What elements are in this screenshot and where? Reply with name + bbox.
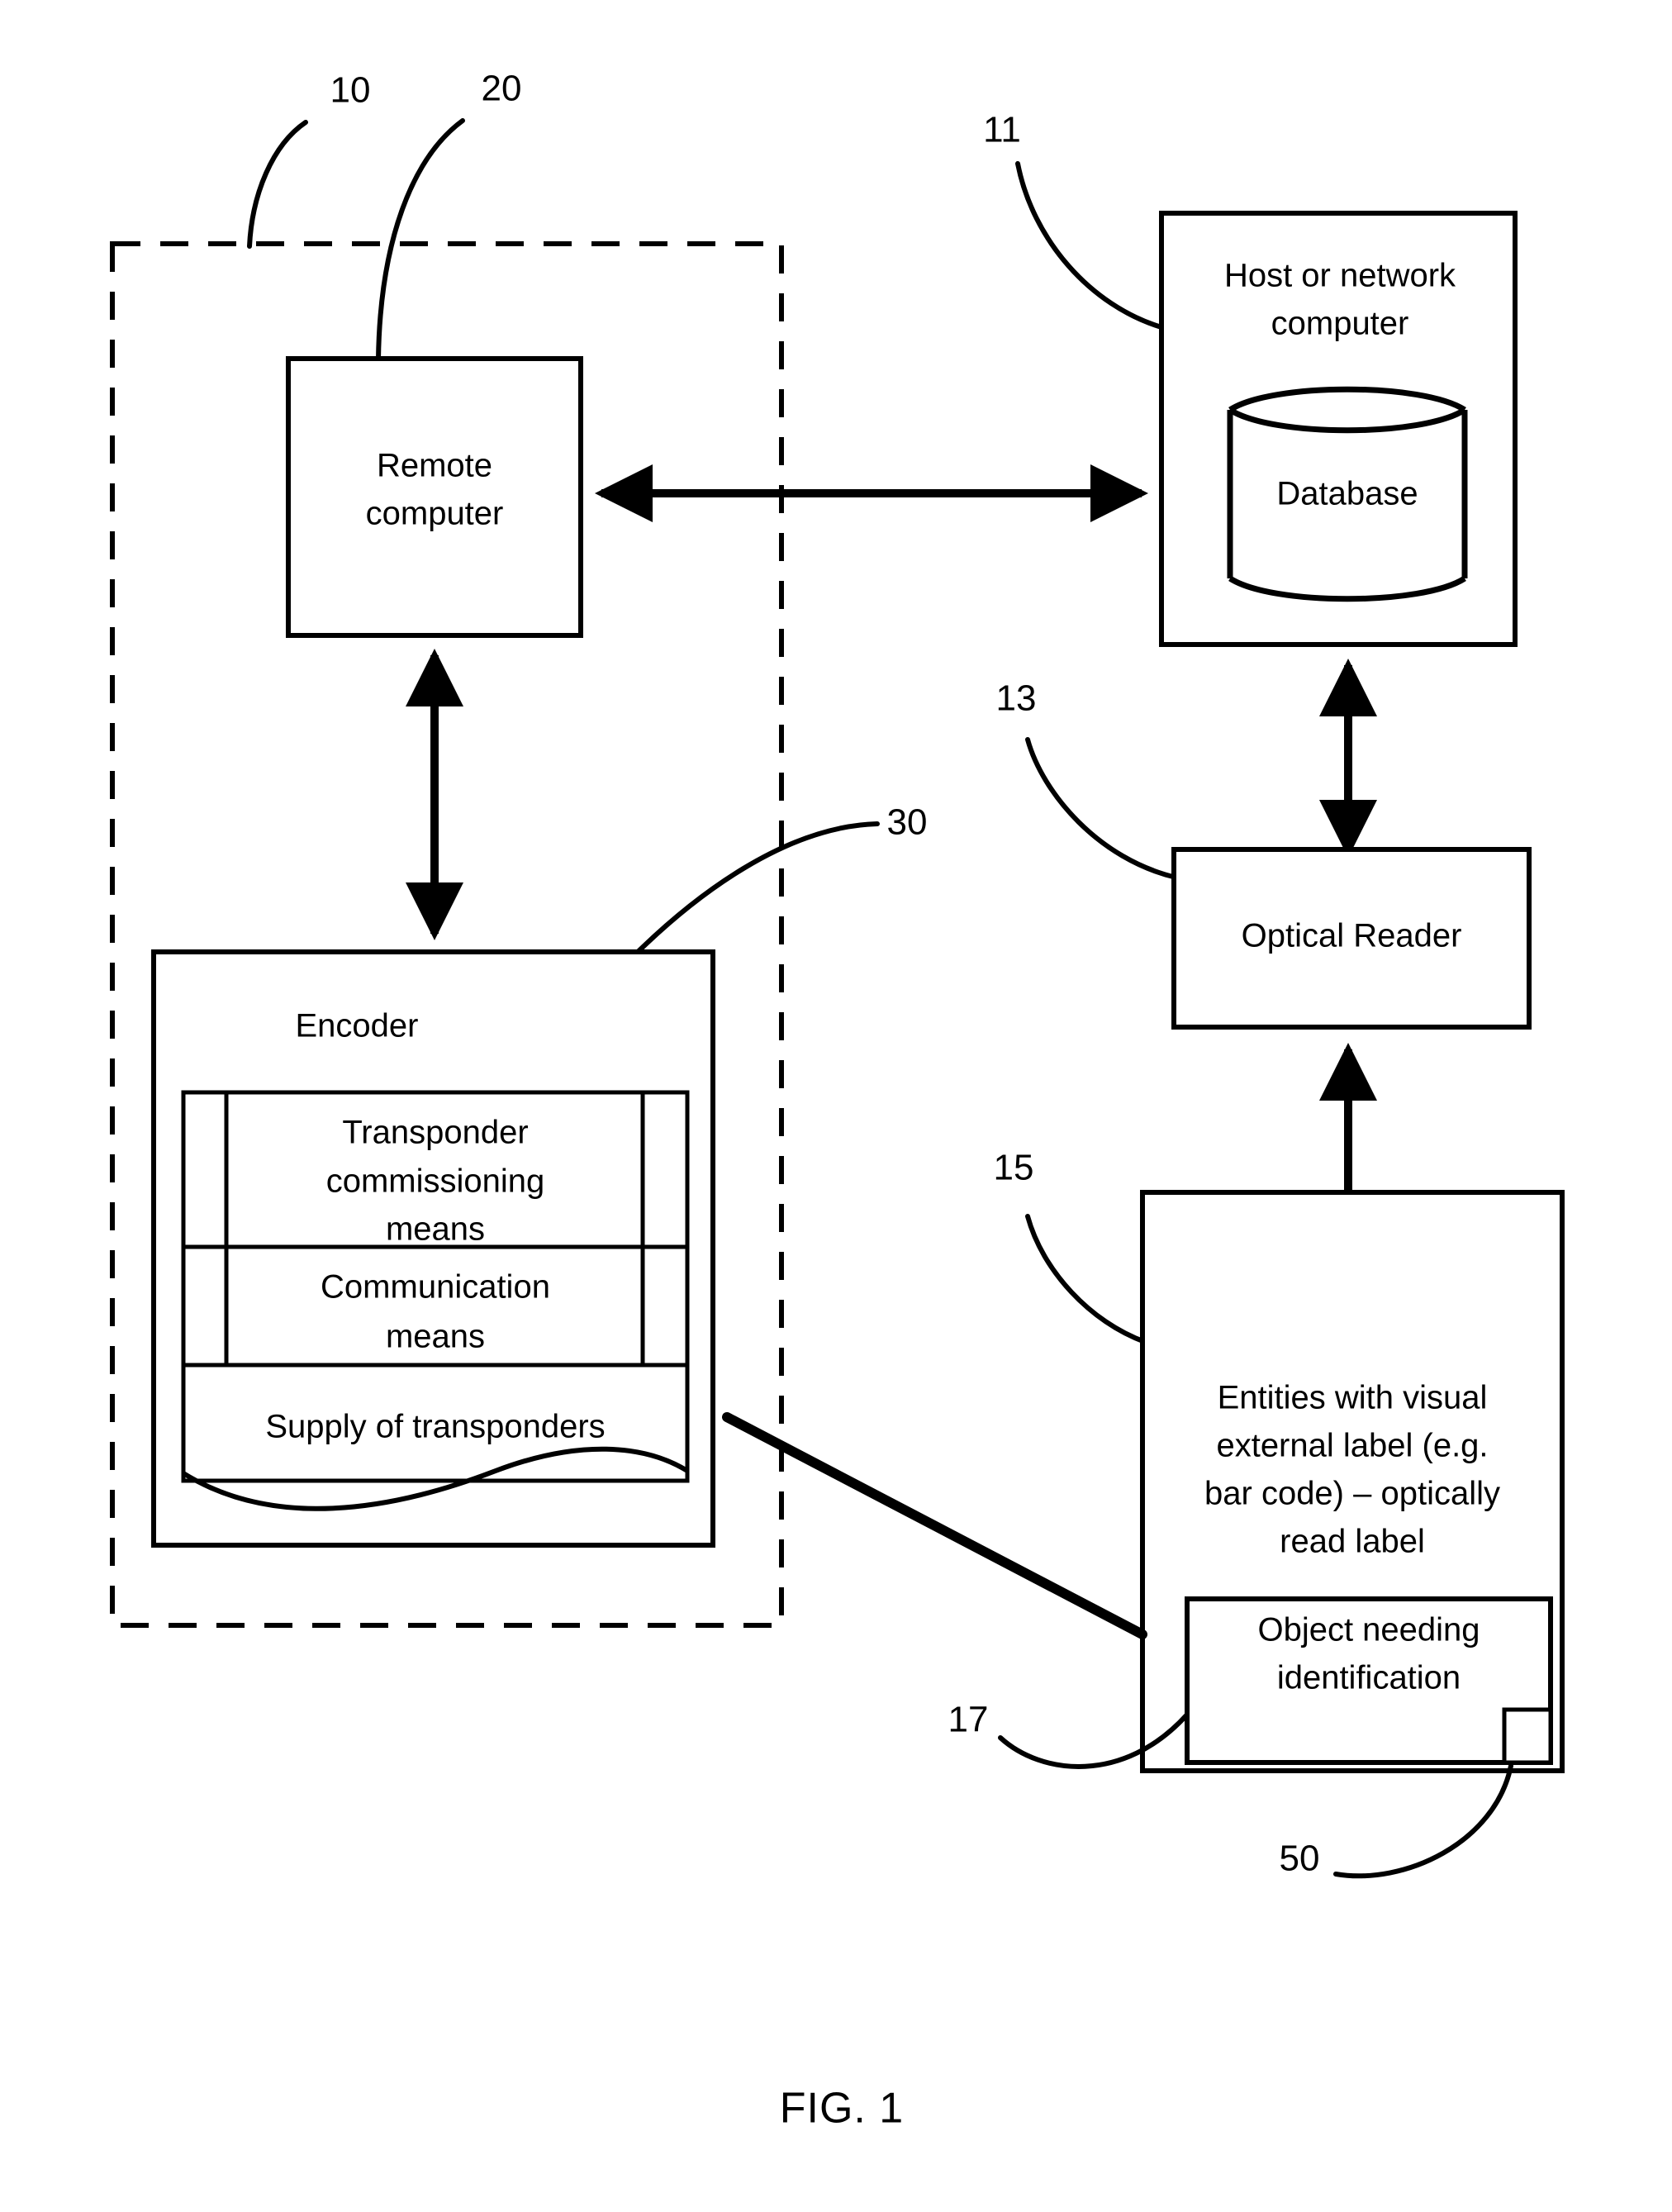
ref-numeral-13: 13 (996, 678, 1037, 719)
leader-line-20 (376, 118, 465, 362)
object-label-line1: Object needing (1257, 1612, 1480, 1648)
ref-numeral-17: 17 (948, 1700, 989, 1740)
figure-caption: FIG. 1 (780, 2085, 904, 2133)
encoder-compartment-3-label: Supply of transponders (265, 1409, 605, 1445)
optical-reader-label: Optical Reader (1242, 918, 1462, 954)
encoder-compartment-2-line2: means (386, 1319, 485, 1355)
figure-root: 10 20 Remote computer 11 Host or network… (0, 0, 1672, 2212)
leader-line-10 (247, 120, 308, 249)
ref-numeral-30: 30 (887, 802, 928, 843)
ref-numeral-20: 20 (482, 69, 522, 109)
ref-numeral-15: 15 (994, 1148, 1034, 1188)
host-computer-label-line1: Host or network (1224, 258, 1456, 294)
encoder-title-label: Encoder (296, 1008, 419, 1044)
ref-numeral-50: 50 (1280, 1839, 1320, 1879)
encoder-compartment-1-line2: commissioning (326, 1163, 545, 1200)
entities-label-line4: read label (1280, 1524, 1425, 1560)
leader-line-11 (1015, 161, 1164, 330)
entities-label-line2: external label (e.g. (1216, 1428, 1488, 1464)
host-computer-label-line2: computer (1271, 306, 1409, 342)
leader-line-15 (1025, 1214, 1147, 1344)
encoder-compartment-1-line3: means (386, 1211, 485, 1248)
transponder-square-icon[interactable] (1502, 1707, 1553, 1765)
encoder-compartment-2-line1: Communication (321, 1269, 550, 1306)
entities-label-line3: bar code) – optically (1204, 1476, 1500, 1512)
database-label: Database (1276, 476, 1418, 512)
ref-numeral-11: 11 (983, 110, 1021, 150)
thick-link-encoder-to-entities (722, 1412, 1147, 1639)
remote-computer-label-line1: Remote (377, 448, 492, 484)
patent-figure-svg: 10 20 Remote computer 11 Host or network… (110, 69, 1565, 2133)
object-label-line2: identification (1277, 1660, 1461, 1696)
leader-line-50 (1333, 1763, 1513, 1879)
ref-numeral-10: 10 (330, 70, 371, 111)
entities-label-line1: Entities with visual (1218, 1380, 1488, 1416)
leader-line-13 (1025, 737, 1179, 880)
leader-line-30 (632, 821, 880, 958)
remote-computer-label-line2: computer (366, 496, 504, 532)
encoder-compartment-1-line1: Transponder (342, 1115, 528, 1151)
